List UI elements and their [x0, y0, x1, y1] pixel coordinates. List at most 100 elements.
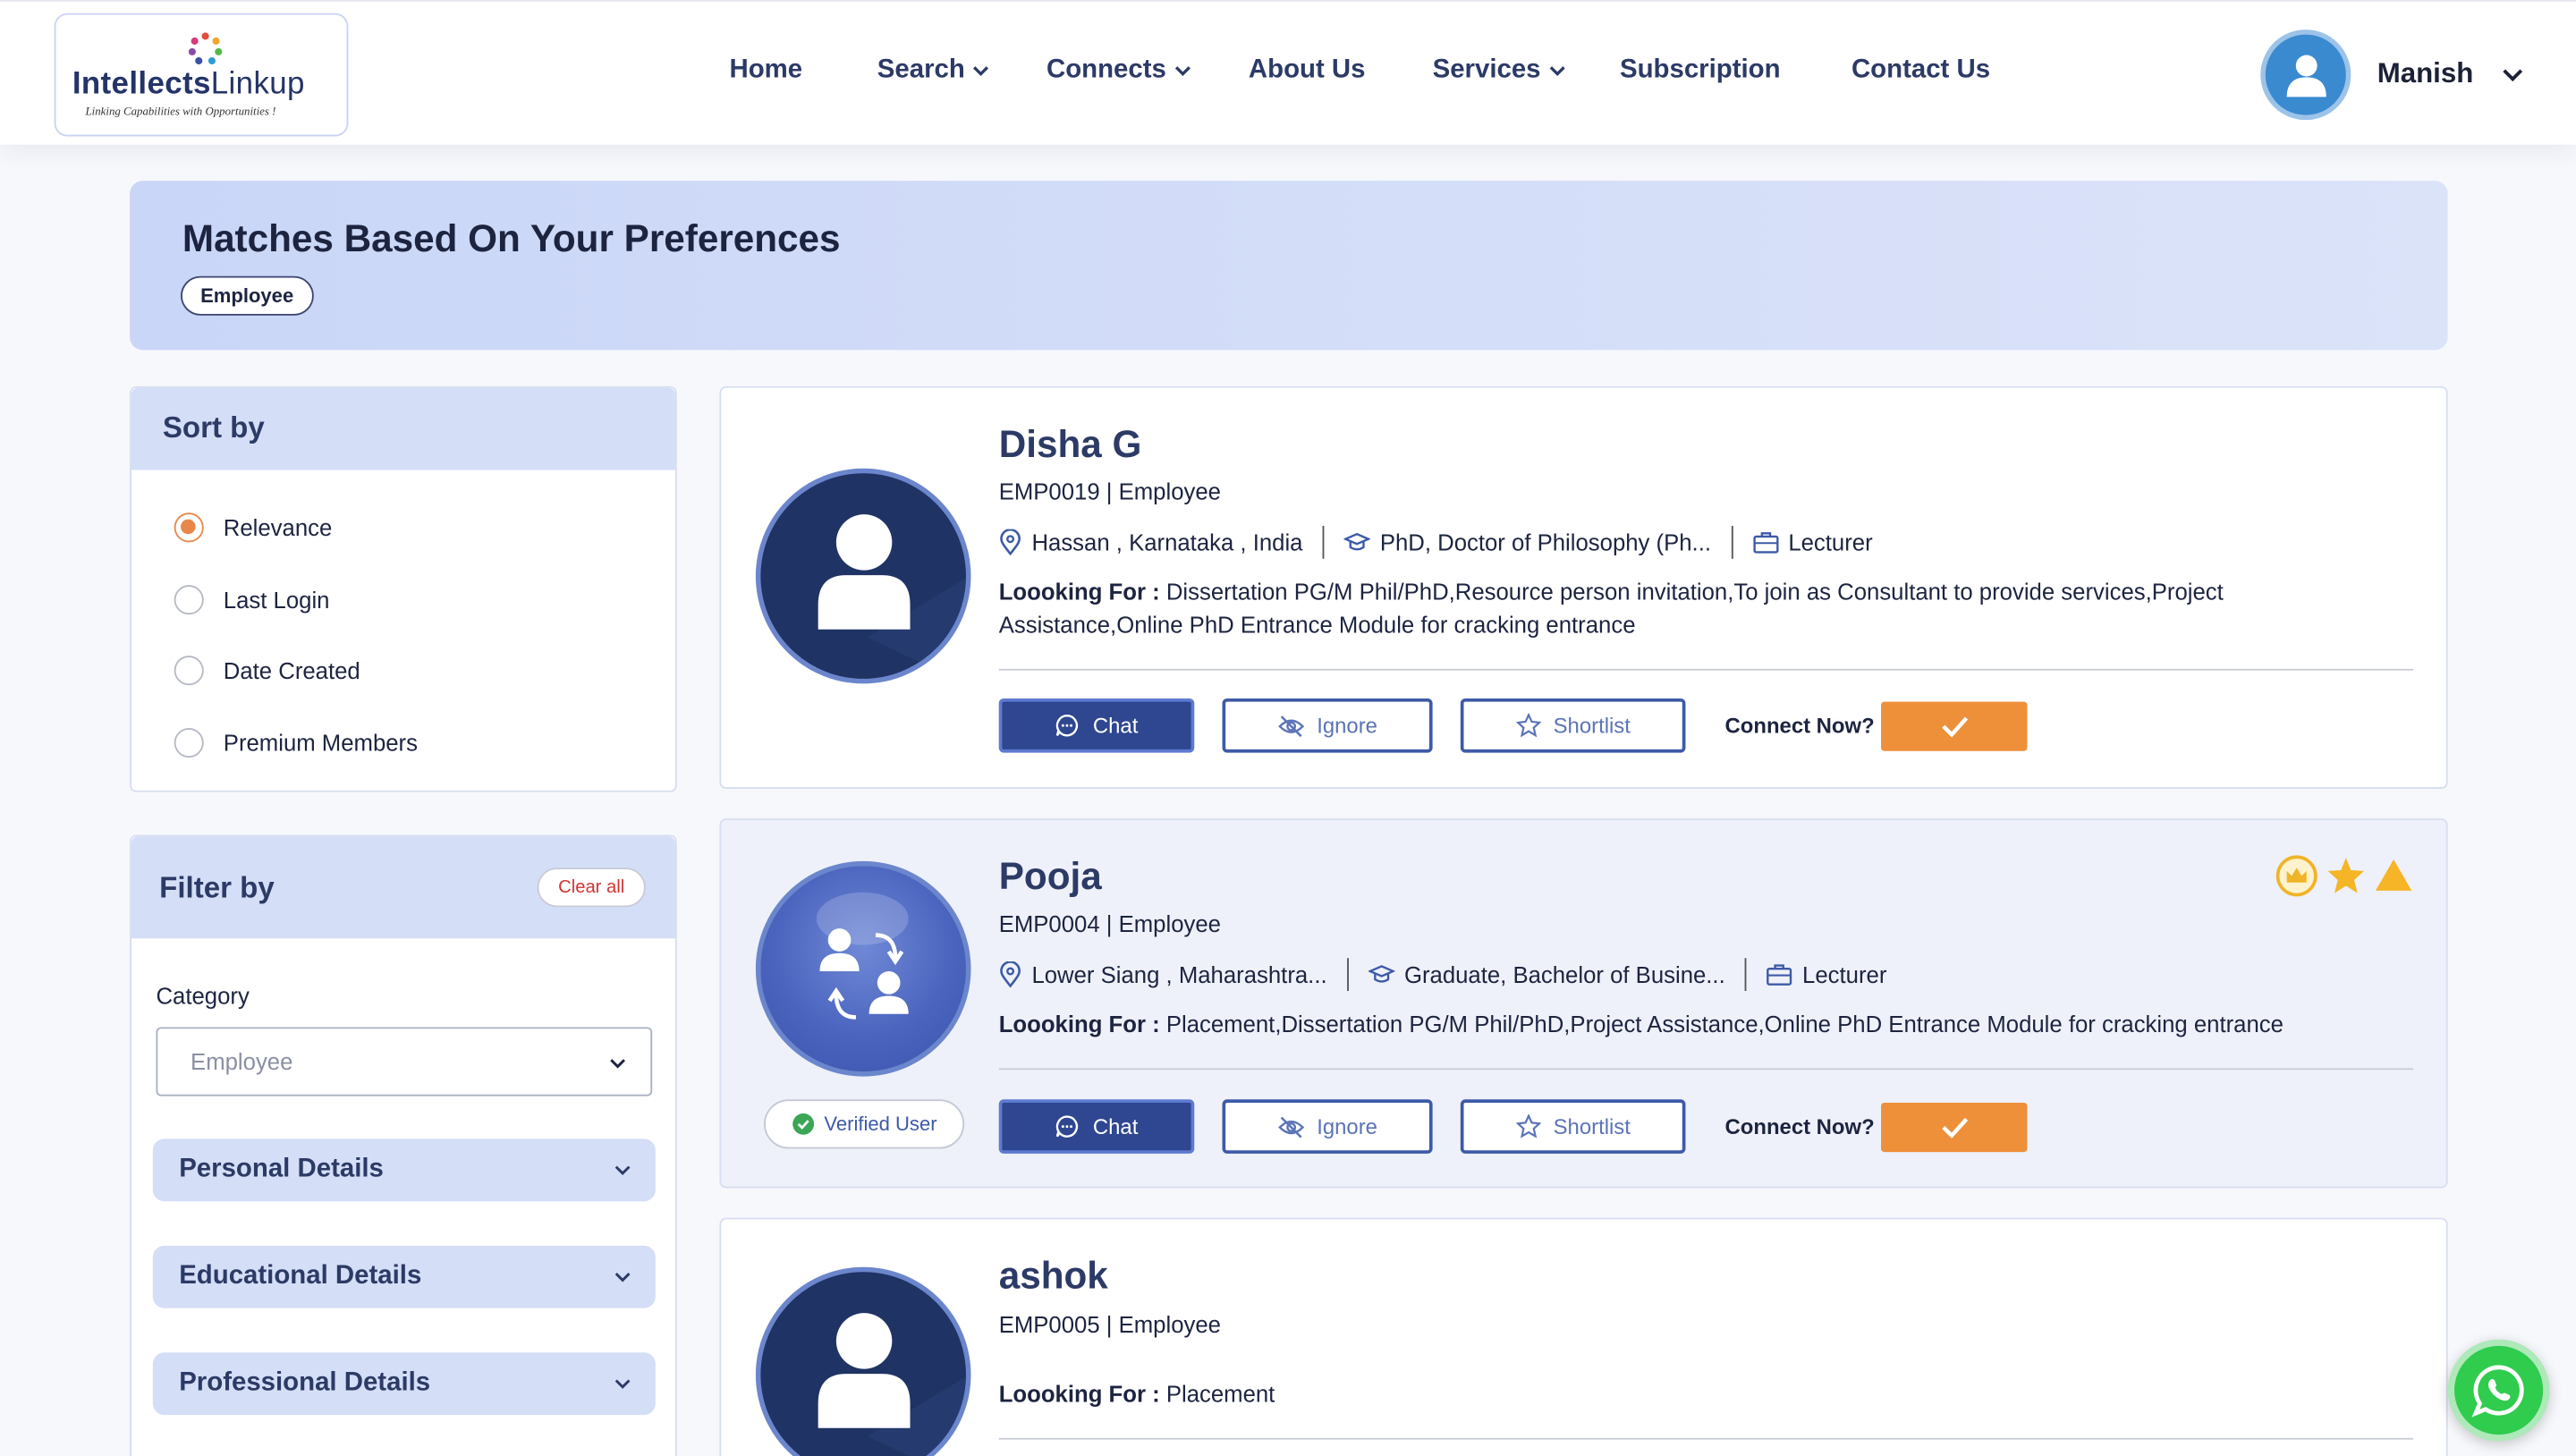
accordion-educational-details[interactable]: Educational Details — [152, 1245, 656, 1308]
looking-for: Loooking For : Placement — [998, 1380, 1275, 1407]
chevron-down-icon — [614, 1273, 631, 1282]
chevron-down-icon — [1174, 66, 1191, 77]
chevron-down-icon — [1549, 66, 1565, 77]
radio-selected[interactable] — [174, 512, 204, 543]
nav-about[interactable]: About Us — [1249, 55, 1366, 85]
user-avatar[interactable] — [2260, 30, 2351, 121]
person-placeholder-icon — [818, 1313, 966, 1456]
profile-avatar[interactable] — [755, 860, 971, 1077]
shortlist-button[interactable]: Shortlist — [1460, 698, 1686, 753]
nav-search[interactable]: Search — [877, 55, 990, 85]
connect-button[interactable] — [1881, 1102, 2028, 1153]
page-title: Matches Based On Your Preferences — [182, 216, 841, 260]
logo-mark-icon — [188, 32, 223, 65]
profile-meta: Hassan , Karnataka , India PhD, Doctor o… — [999, 526, 1873, 559]
filter-panel: Filter by Clear all Category Employee Pe… — [130, 834, 677, 1456]
graduation-cap-icon — [1343, 532, 1370, 551]
top-navbar: IntellectsLinkup Linking Capabilities wi… — [0, 0, 2576, 145]
profile-avatar[interactable] — [755, 1266, 971, 1456]
location: Lower Siang , Maharashtra... — [999, 961, 1327, 988]
shortlist-button[interactable]: Shortlist — [1460, 1099, 1686, 1154]
nav-connects[interactable]: Connects — [1046, 55, 1191, 85]
chevron-down-icon — [614, 1165, 631, 1176]
nav-services[interactable]: Services — [1433, 55, 1565, 85]
profile-meta: Lower Siang , Maharashtra... Graduate, B… — [999, 958, 1886, 992]
star-outline-icon — [1515, 713, 1540, 738]
profile-name[interactable]: ashok — [999, 1254, 1108, 1299]
user-name[interactable]: Manish — [2377, 57, 2474, 90]
profile-card: Disha G EMP0019 | Employee Hassan , Karn… — [719, 385, 2448, 789]
chat-button[interactable]: Chat — [998, 1099, 1195, 1154]
profile-id: EMP0005 | Employee — [998, 1311, 1221, 1338]
education: Graduate, Bachelor of Busine... — [1368, 961, 1725, 987]
verified-check-icon — [792, 1113, 814, 1135]
category-select[interactable]: Employee — [156, 1027, 653, 1096]
sort-title: Sort by — [162, 411, 265, 444]
profile-avatar[interactable] — [755, 468, 971, 684]
sort-option-relevance[interactable]: Relevance — [174, 512, 332, 543]
sort-option-last-login[interactable]: Last Login — [174, 585, 329, 615]
location-pin-icon — [1000, 961, 1021, 988]
profile-card: ashok EMP0005 | Employee Loooking For : … — [719, 1217, 2448, 1456]
ignore-button[interactable]: Ignore — [1222, 698, 1433, 753]
verified-user-badge: Verified User — [764, 1099, 965, 1149]
education: PhD, Doctor of Philosophy (Ph... — [1343, 529, 1711, 555]
checkmark-icon — [1941, 716, 1968, 738]
profile-name[interactable]: Pooja — [999, 855, 1102, 900]
job-role: Lecturer — [1767, 961, 1886, 987]
briefcase-icon — [1767, 964, 1792, 986]
nav-subscription[interactable]: Subscription — [1620, 55, 1781, 85]
radio[interactable] — [174, 728, 204, 758]
profile-id: EMP0019 | Employee — [998, 478, 1221, 505]
warning-badge-icon — [2375, 859, 2412, 891]
radio[interactable] — [174, 585, 204, 615]
chat-button[interactable]: Chat — [998, 698, 1195, 753]
profile-name[interactable]: Disha G — [999, 422, 1142, 467]
whatsapp-button[interactable] — [2447, 1339, 2550, 1442]
user-menu-chevron-icon[interactable] — [2502, 64, 2523, 86]
whatsapp-icon — [2471, 1365, 2524, 1418]
logo-tagline: Linking Capabilities with Opportunities … — [85, 105, 276, 119]
category-label: Category — [156, 982, 250, 1010]
site-logo[interactable]: IntellectsLinkup Linking Capabilities wi… — [54, 13, 349, 137]
looking-for: Loooking For : Placement,Dissertation PG… — [998, 1011, 2284, 1037]
preferences-banner: Matches Based On Your Preferences Employ… — [130, 181, 2448, 351]
filter-panel-header: Filter by Clear all — [131, 836, 675, 939]
radio[interactable] — [174, 656, 204, 686]
crown-badge-icon — [2275, 855, 2318, 897]
preference-tag: Employee — [181, 275, 314, 316]
ignore-button[interactable]: Ignore — [1222, 1099, 1433, 1154]
connect-now-label: Connect Now? — [1724, 1113, 1875, 1139]
connect-button[interactable] — [1881, 701, 2028, 751]
chat-bubble-icon — [1056, 715, 1079, 737]
chevron-down-icon — [973, 66, 989, 77]
chevron-down-icon — [610, 1059, 625, 1069]
job-role: Lecturer — [1752, 529, 1873, 555]
location-pin-icon — [1000, 529, 1021, 556]
connect-now-label: Connect Now? — [1724, 713, 1875, 739]
checkmark-icon — [1941, 1117, 1968, 1139]
star-badge-icon — [2327, 858, 2365, 893]
briefcase-icon — [1752, 532, 1778, 554]
location: Hassan , Karnataka , India — [999, 529, 1303, 556]
sort-option-date-created[interactable]: Date Created — [174, 656, 360, 686]
accordion-personal-details[interactable]: Personal Details — [152, 1139, 656, 1202]
eye-off-icon — [1277, 715, 1304, 737]
user-icon — [2285, 54, 2326, 97]
star-outline-icon — [1515, 1113, 1540, 1139]
logo-wordmark: IntellectsLinkup — [72, 67, 305, 102]
sort-option-premium[interactable]: Premium Members — [174, 728, 418, 758]
sort-panel-header: Sort by — [131, 387, 675, 470]
chat-bubble-icon — [1056, 1115, 1079, 1138]
looking-for: Loooking For : Dissertation PG/M Phil/Ph… — [998, 578, 2224, 638]
connect-people-icon — [816, 892, 909, 1020]
chevron-down-icon — [614, 1379, 631, 1389]
clear-all-button[interactable]: Clear all — [537, 868, 646, 908]
accordion-professional-details[interactable]: Professional Details — [152, 1352, 656, 1416]
profile-card: Verified User Pooja EMP0004 | Employee L… — [719, 818, 2448, 1189]
nav-home[interactable]: Home — [729, 55, 802, 85]
sort-panel: Sort by Relevance Last Login Date Create… — [130, 385, 677, 792]
filter-title: Filter by — [159, 870, 275, 904]
profile-badges — [2275, 855, 2413, 898]
nav-contact[interactable]: Contact Us — [1852, 55, 1990, 85]
